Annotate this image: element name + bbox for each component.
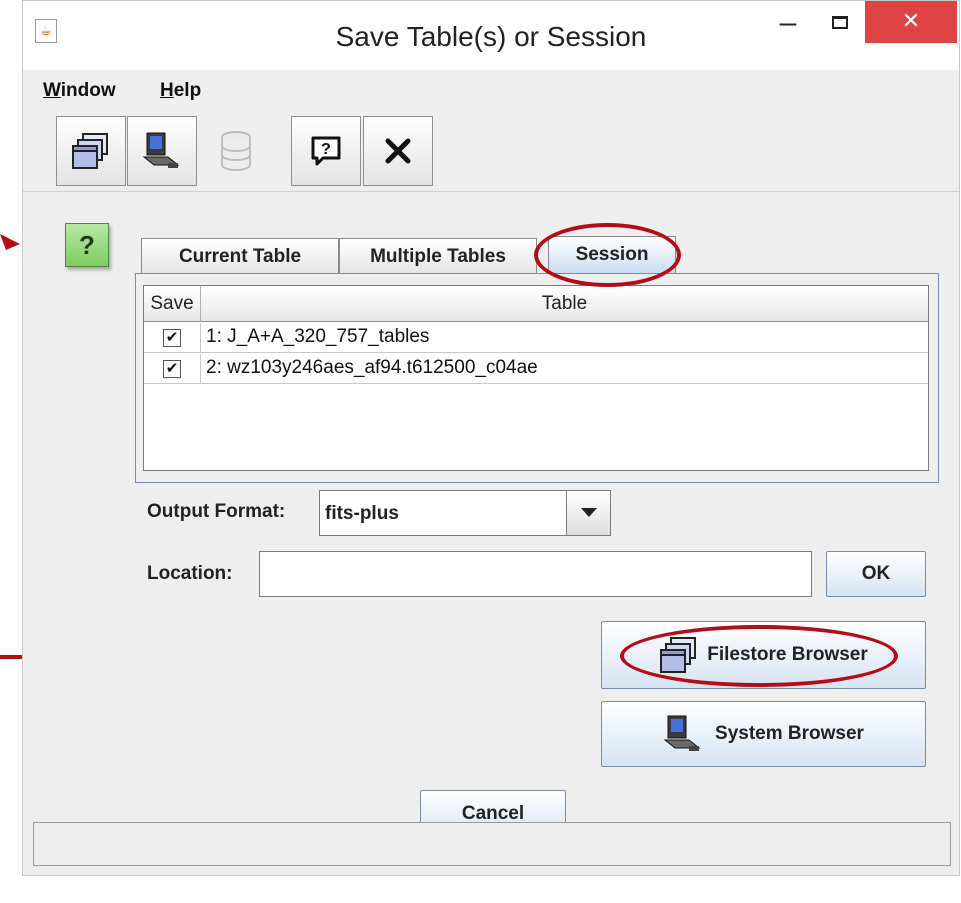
output-format-select[interactable]: fits-plus (319, 490, 611, 536)
location-label: Location: (147, 563, 233, 584)
tab-multiple-tables[interactable]: Multiple Tables (339, 238, 537, 274)
minimize-button[interactable]: – (768, 8, 808, 41)
chevron-down-icon[interactable] (566, 491, 610, 535)
menu-help[interactable]: Help (160, 80, 201, 102)
system-browser-icon (142, 132, 180, 168)
close-window-button[interactable]: ✕ (865, 1, 957, 43)
location-input[interactable] (259, 551, 812, 597)
title-bar: ☕ Save Table(s) or Session – ✕ (23, 1, 959, 70)
ok-button[interactable]: OK (826, 551, 926, 597)
save-checkbox[interactable]: ✔ (163, 360, 181, 378)
tab-current-table[interactable]: Current Table (141, 238, 339, 274)
table-name: 2: wz103y246aes_af94.t612500_c04ae (206, 357, 538, 378)
system-browser-button[interactable] (127, 116, 197, 186)
filestore-window-button[interactable] (56, 116, 126, 186)
table-row[interactable]: ✔ 2: wz103y246aes_af94.t612500_c04ae (144, 354, 928, 384)
help-button[interactable]: ? (291, 116, 361, 186)
menu-bar: Window Help (23, 70, 959, 108)
system-browser-label: System Browser (715, 723, 864, 744)
close-button[interactable] (363, 116, 433, 186)
tables-list[interactable]: Save Table ✔ 1: J_A+A_320_757_tables ✔ 2… (143, 285, 929, 471)
database-button[interactable] (201, 116, 271, 186)
column-header-save[interactable]: Save (144, 286, 201, 322)
database-icon (221, 131, 251, 171)
system-browser-icon (663, 715, 701, 751)
menu-window[interactable]: Window (43, 80, 116, 102)
system-browser-dialog-button[interactable]: System Browser (601, 701, 926, 767)
save-cell: ✔ (144, 354, 201, 384)
context-help-icon[interactable]: ? (65, 223, 109, 267)
session-panel: Save Table ✔ 1: J_A+A_320_757_tables ✔ 2… (135, 273, 939, 483)
toolbar: ? (23, 108, 959, 192)
output-format-label: Output Format: (147, 501, 286, 522)
status-bar (33, 822, 951, 866)
table-row[interactable]: ✔ 1: J_A+A_320_757_tables (144, 323, 928, 353)
window-title: Save Table(s) or Session (335, 21, 647, 52)
svg-text:?: ? (321, 141, 331, 158)
table-name: 1: J_A+A_320_757_tables (206, 326, 430, 347)
save-checkbox[interactable]: ✔ (163, 329, 181, 347)
close-icon (385, 138, 411, 164)
filestore-window-icon (72, 133, 108, 169)
column-header-table[interactable]: Table (201, 286, 928, 322)
save-dialog-window: ☕ Save Table(s) or Session – ✕ Window He… (22, 0, 960, 876)
save-cell: ✔ (144, 323, 201, 353)
annotation-arrow (0, 234, 20, 250)
output-format-value: fits-plus (325, 503, 399, 524)
maximize-button[interactable] (820, 9, 860, 39)
help-icon: ? (311, 136, 341, 166)
annotation-circle-session (534, 223, 681, 287)
annotation-circle-filestore (620, 625, 898, 687)
